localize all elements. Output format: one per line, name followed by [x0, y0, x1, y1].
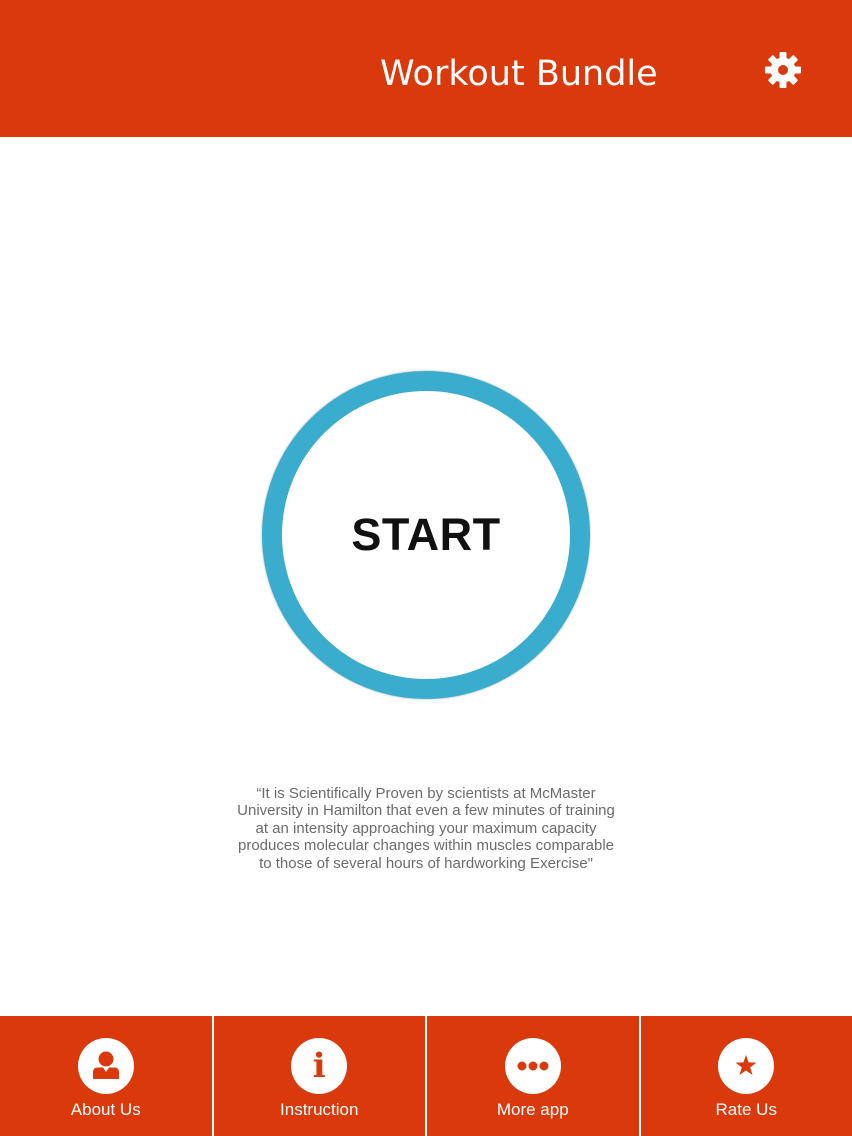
- page-title: Workout Bundle: [380, 54, 658, 94]
- app-header: Workout Bundle: [0, 0, 852, 137]
- tab-label: More app: [496, 1100, 569, 1119]
- quote-line: produces molecular changes within muscle…: [237, 837, 615, 855]
- tab-rate-us[interactable]: Rate Us: [638, 1016, 852, 1136]
- tab-about-us[interactable]: About Us: [0, 1016, 212, 1136]
- quote-line: University in Hamilton that even a few m…: [237, 802, 615, 820]
- user-icon: [77, 1038, 134, 1094]
- tab-instruction[interactable]: i Instruction: [211, 1016, 426, 1136]
- quote-text: “It is Scientifically Proven by scientis…: [210, 785, 642, 872]
- tab-label: About Us: [70, 1100, 141, 1119]
- info-icon: i: [291, 1038, 348, 1094]
- star-icon: [718, 1038, 775, 1094]
- tab-more-app[interactable]: More app: [425, 1016, 639, 1136]
- more-dots-icon: [504, 1038, 561, 1094]
- quote-line: at an intensity approaching your maximum…: [255, 819, 597, 837]
- quote-line: to those of several hours of hardworking…: [259, 854, 593, 872]
- tab-label: Rate Us: [715, 1100, 777, 1119]
- gear-icon[interactable]: [764, 51, 802, 89]
- tab-label: Instruction: [280, 1100, 359, 1119]
- quote-line: “It is Scientifically Proven by scientis…: [256, 785, 596, 802]
- start-label: START: [351, 509, 501, 560]
- start-button[interactable]: START: [262, 371, 590, 699]
- bottom-tab-bar: About Us i Instruction More app Rate Us: [0, 1016, 852, 1136]
